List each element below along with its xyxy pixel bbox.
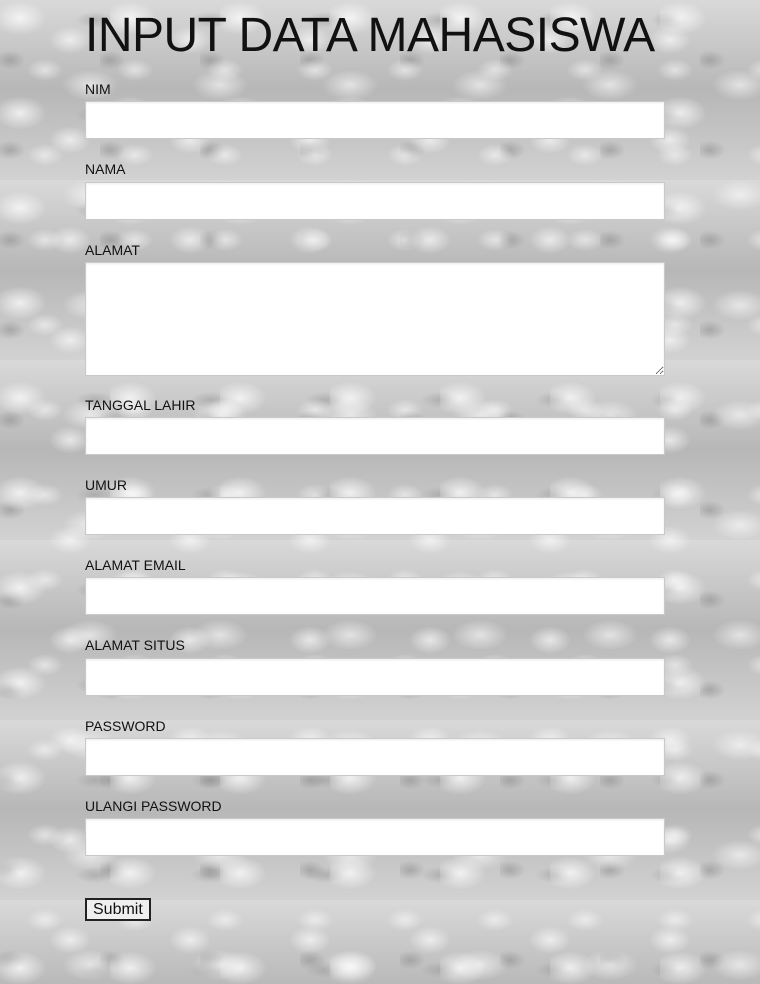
page-title: INPUT DATA MAHASISWA — [85, 9, 655, 62]
ulangi-password-label: ULANGI PASSWORD — [85, 798, 222, 814]
nim-input[interactable] — [85, 101, 665, 139]
tanggal-lahir-label: TANGGAL LAHIR — [85, 397, 196, 413]
umur-input[interactable] — [85, 497, 665, 535]
alamat-email-label: ALAMAT EMAIL — [85, 557, 186, 573]
submit-button[interactable]: Submit — [85, 898, 151, 921]
ulangi-password-input[interactable] — [85, 818, 665, 856]
alamat-situs-input[interactable] — [85, 658, 665, 696]
nama-input[interactable] — [85, 182, 665, 220]
password-input[interactable] — [85, 738, 665, 776]
tanggal-lahir-input[interactable] — [85, 417, 665, 455]
alamat-textarea[interactable] — [85, 262, 665, 376]
password-label: PASSWORD — [85, 718, 166, 734]
alamat-situs-label: ALAMAT SITUS — [85, 637, 185, 653]
alamat-email-input[interactable] — [85, 577, 665, 615]
alamat-label: ALAMAT — [85, 242, 140, 258]
umur-label: UMUR — [85, 477, 127, 493]
nama-label: NAMA — [85, 161, 126, 177]
nim-label: NIM — [85, 81, 111, 97]
